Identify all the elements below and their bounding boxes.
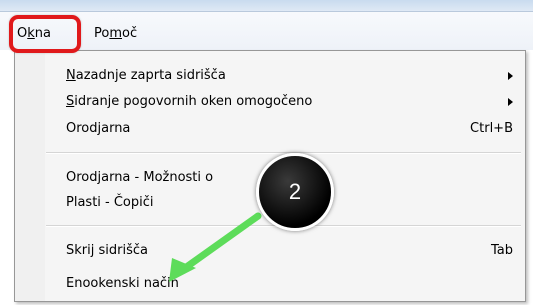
menu-item-label: Sidranje pogovornih oken omogočeno [66,91,312,113]
annotation-step-number: 2 [288,179,302,204]
window-frame [0,0,533,12]
menu-item-label: Skrij sidrišča [66,243,148,258]
annotation-highlight-box [9,15,81,53]
menu-item-label: Orodjarna - Možnosti o [66,170,214,185]
menu-item-label: Nazadnje zaprta sidrišča [66,65,226,87]
label-access-key: N [66,68,76,83]
menu-pomoc[interactable]: Pomoč [94,24,137,44]
menu-item-shortcut: Tab [490,243,513,258]
menu-item-skrij-sidrisca[interactable]: Skrij sidrišča Tab [15,240,525,262]
menu-pomoc-label-access-key: m [109,26,123,41]
menu-item-sidranje-pogovornih-oken[interactable]: Sidranje pogovornih oken omogočeno [15,91,525,113]
menu-item-label: Plasti - Čopiči [66,195,154,210]
submenu-arrow-icon [508,98,513,106]
menu-pomoc-label-post: oč [122,26,138,41]
label-post: idranje pogovornih oken omogočeno [74,94,313,109]
menu-pomoc-label-pre: Po [94,26,110,41]
menu-item-label: Enookenski način [66,276,179,291]
menu-item-nazadnje-zaprta-sidrisca[interactable]: Nazadnje zaprta sidrišča [15,65,525,87]
annotation-step-badge: 2 [256,153,334,231]
menu-item-label: Orodjarna [66,121,131,136]
menu-item-enookenski-nacin[interactable]: Enookenski način [15,273,525,295]
label-post: azadnje zaprta sidrišča [75,68,226,83]
menu-item-orodjarna[interactable]: Orodjarna Ctrl+B [15,118,525,140]
submenu-arrow-icon [508,72,513,80]
menu-item-shortcut: Ctrl+B [470,121,513,136]
